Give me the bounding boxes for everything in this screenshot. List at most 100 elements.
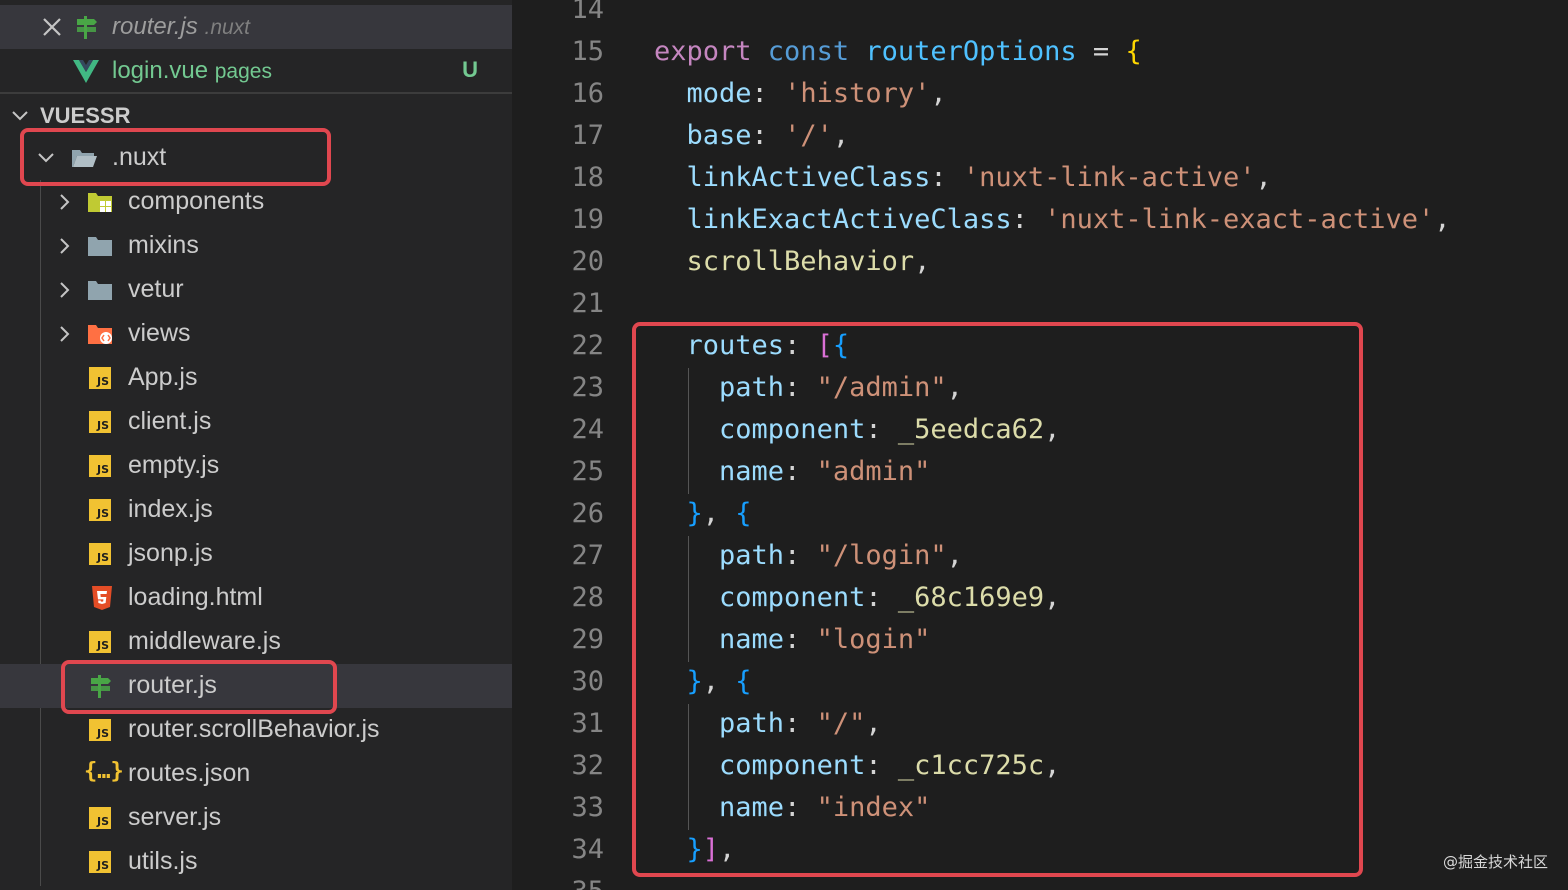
code-line[interactable]: 30 }, { <box>512 662 1568 704</box>
code-line[interactable]: 26 }, { <box>512 494 1568 536</box>
code-token: path <box>719 708 785 739</box>
tree-label: server.js <box>128 803 222 831</box>
open-editor-login-vue[interactable]: login.vue pages U <box>0 49 512 93</box>
code-line[interactable]: 29 name: "login" <box>512 620 1568 662</box>
tree-label: mixins <box>128 231 199 259</box>
code-line[interactable]: 18 linkActiveClass: 'nuxt-link-active', <box>512 158 1568 200</box>
tree-folder-components[interactable]: components <box>0 180 512 224</box>
code-text: component: _c1cc725c, <box>654 750 1060 781</box>
code-line[interactable]: 34 }], <box>512 830 1568 872</box>
project-section-header[interactable]: VUESSR <box>0 98 512 134</box>
code-line[interactable]: 28 component: _68c169e9, <box>512 578 1568 620</box>
js-file-icon: JS <box>89 719 111 741</box>
code-text: path: "/login", <box>654 540 963 571</box>
code-token: routerOptions <box>865 36 1077 67</box>
code-token: , <box>946 540 963 571</box>
tree-label: App.js <box>128 363 198 391</box>
code-token: 'nuxt-link-exact-active' <box>1044 204 1435 235</box>
tree-file-middleware-js[interactable]: JS middleware.js <box>0 620 512 664</box>
views-folder-icon <box>88 325 112 344</box>
tree-file-empty-js[interactable]: JS empty.js <box>0 444 512 488</box>
line-number: 26 <box>571 498 604 529</box>
code-line[interactable]: 23 path: "/admin", <box>512 368 1568 410</box>
code-token: : <box>751 120 785 151</box>
line-number: 18 <box>571 162 604 193</box>
code-line[interactable]: 22 routes: [{ <box>512 326 1568 368</box>
chevron-right-icon <box>60 238 70 254</box>
code-text: }, { <box>654 498 752 529</box>
code-line[interactable]: 19 linkExactActiveClass: 'nuxt-link-exac… <box>512 200 1568 242</box>
code-token: , <box>832 120 850 151</box>
line-number: 22 <box>571 330 604 361</box>
code-text: path: "/admin", <box>654 372 963 403</box>
code-line[interactable]: 16 mode: 'history', <box>512 74 1568 116</box>
watermark: @掘金技术社区 <box>1442 853 1548 871</box>
line-number: 20 <box>571 246 604 277</box>
code-text: mode: 'history', <box>654 78 947 109</box>
tree-file-router-js[interactable]: router.js <box>0 664 512 708</box>
chevron-right-icon <box>60 326 70 342</box>
js-file-icon: JS <box>89 631 111 653</box>
tree-file-utils-js[interactable]: JS utils.js <box>0 840 512 884</box>
tree-file-loading-html[interactable]: loading.html <box>0 576 512 620</box>
code-token: : <box>784 708 817 739</box>
tree-folder-mixins[interactable]: mixins <box>0 224 512 268</box>
js-file-icon: JS <box>89 851 111 873</box>
code-line[interactable]: 24 component: _5eedca62, <box>512 410 1568 452</box>
tree-label: vetur <box>128 275 184 303</box>
tree-folder-views[interactable]: views <box>0 312 512 356</box>
tree-folder-vetur[interactable]: vetur <box>0 268 512 312</box>
chevron-down-icon <box>12 111 28 121</box>
tree-file-router-scrollbehavior-js[interactable]: JS router.scrollBehavior.js <box>0 708 512 752</box>
open-editor-router-js[interactable]: router.js .nuxt <box>0 5 512 49</box>
code-line[interactable]: 27 path: "/login", <box>512 536 1568 578</box>
tree-label: router.js <box>128 671 217 699</box>
close-icon[interactable] <box>40 15 64 39</box>
tree-label: middleware.js <box>128 627 281 655</box>
code-line[interactable]: 25 name: "admin" <box>512 452 1568 494</box>
code-line[interactable]: 32 component: _c1cc725c, <box>512 746 1568 788</box>
code-editor[interactable]: 3534 }],33 name: "index"32 component: _c… <box>512 0 1568 890</box>
code-token: , <box>702 498 736 529</box>
code-line[interactable]: 33 name: "index" <box>512 788 1568 830</box>
line-number: 16 <box>571 78 604 109</box>
code-token: path <box>719 540 785 571</box>
code-token: mode <box>686 78 752 109</box>
line-number: 29 <box>571 624 604 655</box>
code-line[interactable]: 17 base: '/', <box>512 116 1568 158</box>
code-token: linkActiveClass <box>686 162 931 193</box>
tree-label: loading.html <box>128 583 263 611</box>
code-token: component <box>719 582 866 613</box>
code-token: { <box>735 666 752 697</box>
tree-file-index-js[interactable]: JS index.js <box>0 488 512 532</box>
tree-folder-nuxt[interactable]: .nuxt <box>0 136 512 180</box>
code-token: _5eedca62 <box>897 414 1045 445</box>
code-token: , <box>930 78 947 109</box>
code-token: "/admin" <box>816 372 947 403</box>
tree-file-server-js[interactable]: JS server.js <box>0 796 512 840</box>
tree-file-client-js[interactable]: JS client.js <box>0 400 512 444</box>
code-line[interactable]: 20 scrollBehavior, <box>512 242 1568 284</box>
code-line[interactable]: 21 <box>512 284 1568 326</box>
code-line[interactable]: 35 <box>512 872 1568 890</box>
project-name: VUESSR <box>40 103 131 128</box>
tree-label: components <box>128 187 265 215</box>
line-number: 33 <box>571 792 604 823</box>
tree-file-routes-json[interactable]: {…} routes.json <box>0 752 512 796</box>
code-line[interactable]: 15 export const routerOptions = { <box>512 32 1568 74</box>
tree-label: utils.js <box>128 847 198 875</box>
code-token: : <box>930 162 963 193</box>
code-line[interactable]: 14 <box>512 0 1568 32</box>
tree-file-app-js[interactable]: JS App.js <box>0 356 512 400</box>
code-line[interactable]: 31 path: "/", <box>512 704 1568 746</box>
tree-file-jsonp-js[interactable]: JS jsonp.js <box>0 532 512 576</box>
code-token: "index" <box>816 792 931 823</box>
code-text: }], <box>654 834 736 865</box>
